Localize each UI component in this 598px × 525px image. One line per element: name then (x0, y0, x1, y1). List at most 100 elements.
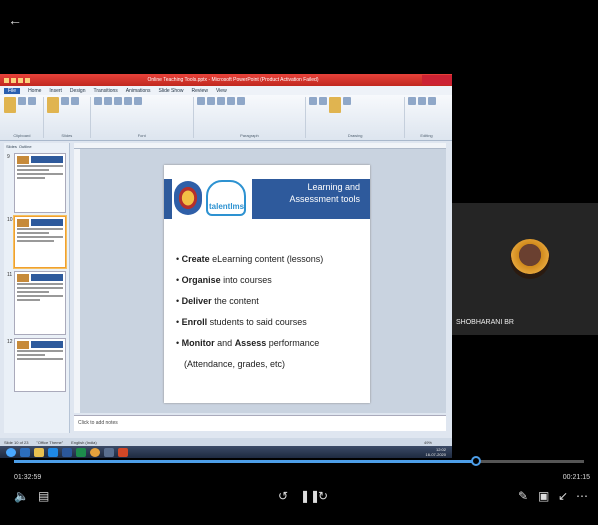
slide-number: 11 (7, 272, 13, 278)
window-controls[interactable] (422, 75, 452, 85)
vertical-ruler (74, 149, 80, 413)
align-center-icon[interactable] (226, 97, 235, 105)
participant-name: SHOBHARANI BR (456, 319, 514, 326)
zoom-level[interactable]: 49% (424, 440, 452, 445)
slide-logo-icon (17, 219, 29, 227)
slide-thumbnail-pane: Slides Outline 9 10 11 12 (4, 143, 70, 433)
ribbon-group-drawing: Drawing (309, 97, 406, 138)
slide-editor: talentlms Learning and Assessment tools … (74, 143, 446, 413)
bullet-item: • Create eLearning content (lessons) (176, 254, 324, 264)
captions-icon[interactable]: ▤ (38, 489, 49, 503)
cut-icon[interactable] (18, 97, 26, 105)
slide-thumbnail[interactable]: 9 (7, 153, 66, 213)
shape-fill-icon[interactable] (343, 97, 352, 105)
participant-tile[interactable]: SHOBHARANI BR (452, 203, 598, 335)
clock-date: 16-07-2020 (425, 452, 446, 457)
app-icon[interactable] (104, 447, 114, 457)
slide-logo-icon (17, 274, 29, 282)
select-icon[interactable] (428, 97, 437, 105)
tab-slides[interactable]: Slides (6, 144, 17, 149)
ribbon-group-slides: Slides (46, 97, 91, 138)
group-label: Editing (420, 133, 433, 138)
slide-logo-icon (17, 156, 29, 164)
edit-pen-icon[interactable]: ✎ (518, 489, 528, 503)
new-slide-icon[interactable] (46, 97, 59, 113)
arrange-icon[interactable] (319, 97, 328, 105)
group-label: Font (137, 133, 146, 138)
excel-icon[interactable] (76, 447, 86, 457)
logo-text: talentlms (209, 202, 245, 211)
forward-10-icon[interactable]: ↻ (318, 489, 328, 503)
elapsed-time: 01:32:59 (14, 474, 42, 481)
slide-thumbnail[interactable]: 11 (7, 271, 66, 335)
copy-icon[interactable] (28, 97, 36, 105)
replace-icon[interactable] (418, 97, 427, 105)
progress-fill (14, 460, 476, 463)
ribbon-group-editing: Editing (408, 97, 448, 138)
menu-slide-show[interactable]: Slide Show (159, 88, 184, 94)
internet-explorer-icon[interactable] (48, 447, 58, 457)
menu-insert[interactable]: Insert (49, 88, 62, 94)
bullet-item: • Monitor and Assess performance (176, 338, 320, 348)
more-icon[interactable]: ⋯ (576, 489, 588, 503)
text-direction-icon[interactable] (236, 97, 245, 105)
back-arrow-icon[interactable]: ← (8, 12, 22, 28)
slide-number: 10 (7, 217, 13, 223)
system-tray-clock: 12:02 16-07-2020 (426, 447, 452, 457)
layout-icon[interactable] (60, 97, 69, 105)
horizontal-ruler (74, 143, 446, 149)
menu-file[interactable]: File (4, 87, 21, 94)
video-progress-bar[interactable] (14, 456, 584, 466)
file-explorer-icon[interactable] (34, 447, 44, 457)
menu-transitions[interactable]: Transitions (94, 88, 118, 94)
reset-icon[interactable] (70, 97, 79, 105)
ribbon-group-clipboard: Clipboard (4, 97, 44, 138)
start-button-icon[interactable] (6, 447, 16, 457)
bullets-icon[interactable] (196, 97, 205, 105)
quick-access-toolbar[interactable] (4, 77, 44, 83)
windows-taskbar: 12:02 16-07-2020 (0, 446, 452, 458)
menu-animations[interactable]: Animations (126, 88, 151, 94)
slide-thumbnail-selected[interactable]: 10 (7, 216, 66, 268)
menu-review[interactable]: Review (192, 88, 208, 94)
menu-view[interactable]: View (216, 88, 227, 94)
chrome-icon[interactable] (90, 447, 100, 457)
find-icon[interactable] (408, 97, 417, 105)
minimize-icon[interactable]: ↙ (558, 489, 568, 503)
slide-thumbnail[interactable]: 12 (7, 338, 66, 392)
font-size-icon[interactable] (133, 97, 142, 105)
participant-video (510, 239, 550, 279)
tab-outline[interactable]: Outline (19, 144, 32, 149)
numbering-icon[interactable] (206, 97, 215, 105)
university-seal-icon (174, 181, 202, 215)
group-label: Slides (61, 133, 73, 138)
underline-icon[interactable] (113, 97, 122, 105)
volume-icon[interactable]: 🔈 (14, 489, 29, 503)
notes-pane[interactable]: Click to add notes (74, 415, 446, 431)
powerpoint-icon[interactable] (118, 447, 128, 457)
rewind-10-icon[interactable]: ↺ (278, 489, 288, 503)
picture-in-picture-icon[interactable]: ▣ (538, 489, 549, 503)
italic-icon[interactable] (103, 97, 112, 105)
shared-screen: Online Teaching Tools.pptx - Microsoft P… (0, 74, 452, 458)
bullet-item: • Organise into courses (176, 275, 272, 285)
font-color-icon[interactable] (123, 97, 132, 105)
paste-icon[interactable] (4, 97, 16, 113)
group-label: Paragraph (240, 133, 259, 138)
status-slide-count: Slide 10 of 23 (4, 439, 29, 445)
media-player-icon[interactable] (20, 447, 30, 457)
word-icon[interactable] (62, 447, 72, 457)
current-slide[interactable]: talentlms Learning and Assessment tools … (164, 165, 370, 403)
shapes-icon[interactable] (309, 97, 318, 105)
menu-home[interactable]: Home (28, 88, 41, 94)
menu-design[interactable]: Design (70, 88, 86, 94)
bullet-item: • Enroll students to said courses (176, 317, 307, 327)
progress-knob[interactable] (470, 456, 481, 466)
slide-title: Learning and Assessment tools (289, 182, 360, 204)
slide-number: 9 (7, 154, 10, 160)
bold-icon[interactable] (93, 97, 102, 105)
quick-styles-icon[interactable] (329, 97, 342, 113)
align-left-icon[interactable] (216, 97, 225, 105)
slide-logos: talentlms (172, 173, 252, 223)
talentlms-logo: talentlms (206, 180, 246, 216)
